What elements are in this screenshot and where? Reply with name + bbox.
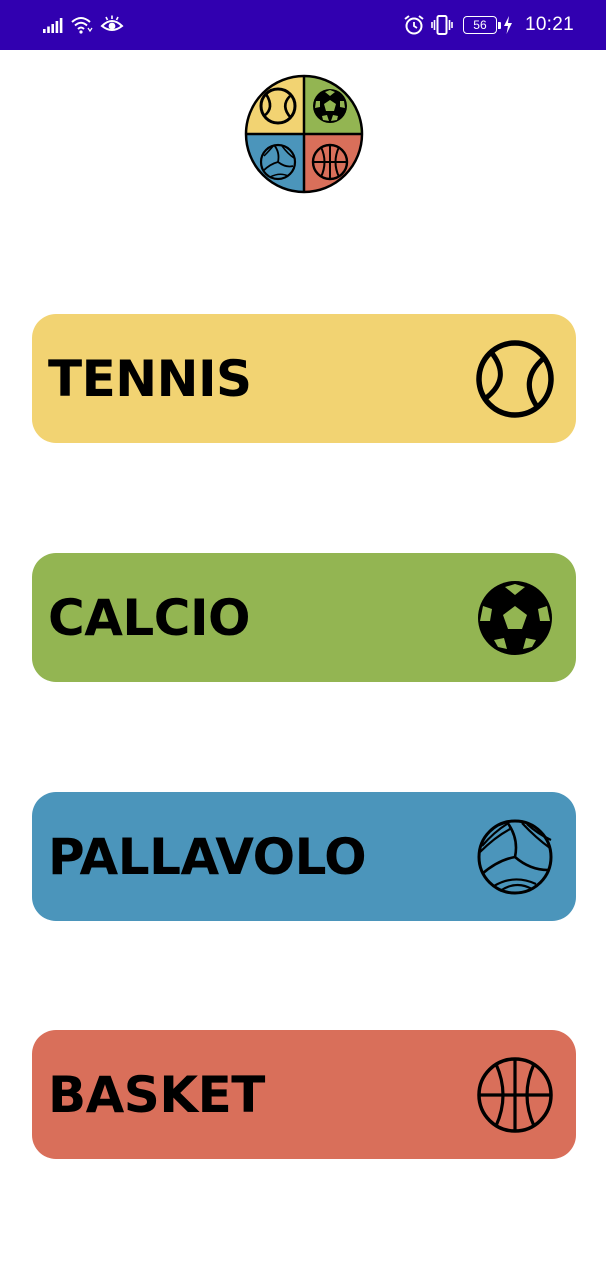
tennis-ball-icon — [476, 340, 554, 418]
tennis-label: TENNIS — [48, 349, 252, 408]
sports-balls-logo-icon — [244, 74, 364, 194]
calcio-label: CALCIO — [48, 588, 251, 647]
eye-icon — [100, 15, 124, 31]
basket-button[interactable]: BASKET — [32, 1030, 576, 1159]
battery-icon: 56 — [462, 16, 501, 34]
status-bar-right: 56 10:21 — [403, 12, 574, 38]
volleyball-icon — [477, 819, 553, 895]
pallavolo-button[interactable]: PALLAVOLO — [32, 792, 576, 921]
battery-level: 56 — [473, 18, 487, 32]
basketball-icon — [477, 1057, 553, 1133]
status-bar-left — [42, 12, 124, 38]
alarm-icon — [404, 15, 424, 35]
signal-icon — [43, 18, 63, 33]
tennis-button[interactable]: TENNIS — [32, 314, 576, 443]
soccer-ball-icon — [478, 581, 552, 655]
basket-label: BASKET — [48, 1065, 265, 1124]
vibrate-icon — [431, 15, 453, 35]
status-bar: 56 10:21 — [0, 0, 606, 50]
status-time: 10:21 — [524, 14, 574, 35]
calcio-button[interactable]: CALCIO — [32, 553, 576, 682]
wifi-icon — [71, 17, 93, 34]
pallavolo-label: PALLAVOLO — [48, 827, 367, 886]
charging-icon — [503, 16, 512, 34]
